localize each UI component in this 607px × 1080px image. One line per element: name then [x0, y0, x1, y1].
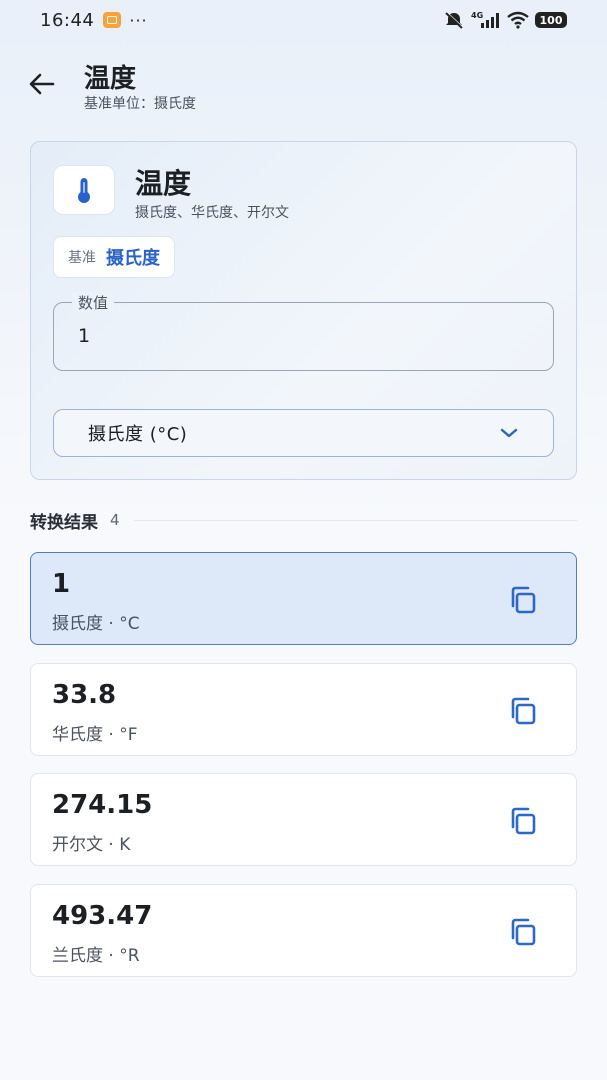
chevron-down-icon — [499, 427, 519, 439]
base-unit-label: 基准 — [68, 250, 96, 266]
copy-icon — [511, 586, 536, 614]
result-unit: 兰氏度 · °R — [52, 946, 140, 966]
results-count: 4 — [110, 511, 120, 529]
copy-button[interactable] — [506, 804, 540, 838]
copy-icon — [511, 807, 536, 835]
result-unit: 开尔文 · K — [52, 835, 131, 855]
result-value: 493.47 — [52, 901, 153, 931]
result-value: 1 — [52, 569, 71, 599]
result-value: 33.8 — [52, 680, 117, 710]
base-unit-value: 摄氏度 — [106, 248, 160, 269]
unit-select-value: 摄氏度 (°C) — [88, 424, 188, 445]
back-button[interactable] — [26, 68, 58, 100]
result-card-rankine[interactable]: 493.47 兰氏度 · °R — [30, 884, 577, 977]
category-title: 温度 — [135, 167, 192, 200]
copy-button[interactable] — [506, 583, 540, 617]
result-unit: 摄氏度 · °C — [52, 614, 140, 634]
copy-icon — [511, 697, 536, 725]
arrow-left-icon — [29, 73, 55, 95]
thermometer-icon — [78, 178, 90, 203]
status-time: 16:44 — [40, 9, 95, 31]
results-title: 转换结果 — [30, 512, 98, 533]
result-card-celsius[interactable]: 1 摄氏度 · °C — [30, 552, 577, 645]
app-header: 温度 基准单位：摄氏度 — [0, 56, 607, 116]
battery-indicator: 100 — [535, 12, 567, 28]
result-unit: 华氏度 · °F — [52, 725, 138, 745]
divider — [133, 519, 577, 521]
more-notifications-icon: ··· — [129, 10, 148, 30]
value-input-label: 数值 — [72, 292, 115, 313]
copy-button[interactable] — [506, 694, 540, 728]
unit-select[interactable]: 摄氏度 (°C) — [53, 409, 554, 457]
status-bar: 16:44 ··· 4G 100 — [0, 0, 607, 40]
result-card-fahrenheit[interactable]: 33.8 华氏度 · °F — [30, 663, 577, 756]
copy-icon — [511, 918, 536, 946]
signal-4g-icon: 4G — [471, 11, 499, 28]
result-card-kelvin[interactable]: 274.15 开尔文 · K — [30, 773, 577, 866]
base-unit-chip: 基准 摄氏度 — [53, 236, 175, 278]
category-icon-box — [53, 165, 115, 215]
category-units: 摄氏度、华氏度、开尔文 — [135, 205, 289, 221]
page-subtitle: 基准单位：摄氏度 — [84, 96, 196, 112]
page-title: 温度 — [84, 64, 137, 94]
notification-app-icon — [103, 12, 122, 28]
result-value: 274.15 — [52, 790, 153, 820]
value-input[interactable]: 数值 1 — [53, 292, 554, 371]
network-type-label: 4G — [471, 11, 483, 20]
wifi-icon — [507, 11, 529, 29]
mute-bell-icon — [445, 11, 464, 29]
copy-button[interactable] — [506, 915, 540, 949]
value-input-text[interactable]: 1 — [78, 325, 90, 347]
status-indicators: 4G 100 — [443, 11, 567, 29]
converter-card: 温度 摄氏度、华氏度、开尔文 基准 摄氏度 数值 1 摄氏度 (°C) — [30, 141, 577, 480]
results-header: 转换结果 4 — [30, 508, 577, 533]
